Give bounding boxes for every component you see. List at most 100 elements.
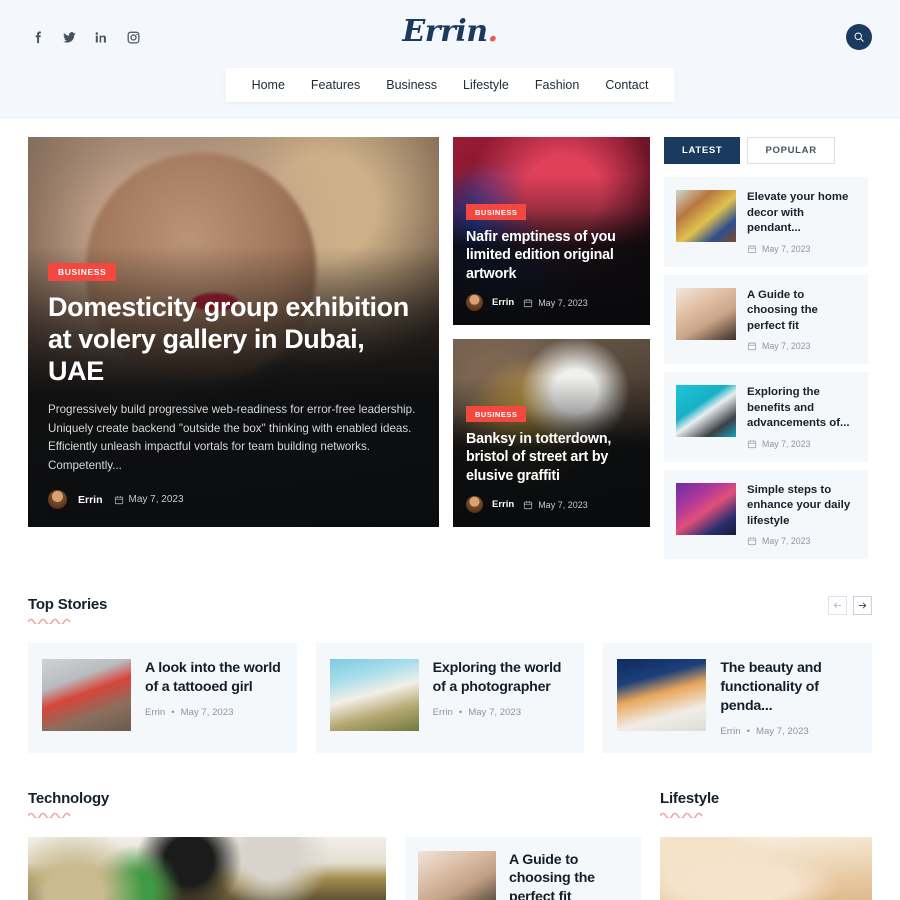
nav-item-fashion[interactable]: Fashion <box>535 78 579 92</box>
facebook-icon[interactable] <box>28 28 46 46</box>
technology-article-card[interactable]: A Guide to choosing the perfect fit <box>405 836 641 900</box>
story-meta: Errin • May 7, 2023 <box>145 707 283 718</box>
author-name[interactable]: Errin <box>720 726 740 737</box>
thumbnail-image <box>418 850 496 900</box>
list-item-title[interactable]: Simple steps to enhance your daily lifes… <box>747 483 856 530</box>
thumbnail-image <box>676 287 736 340</box>
category-badge[interactable]: BUSINESS <box>466 406 527 423</box>
lifestyle-featured-card[interactable] <box>660 836 872 900</box>
story-card[interactable]: A look into the world of a tattooed girl… <box>28 643 297 753</box>
avatar <box>466 496 483 513</box>
carousel-prev-button[interactable] <box>828 596 847 615</box>
site-logo-dot: . <box>487 14 498 49</box>
page-content: BUSINESS Domesticity group exhibition at… <box>0 137 900 900</box>
wavy-underline-icon <box>28 617 74 624</box>
secondary-article-card[interactable]: BUSINESS Nafir emptiness of you limited … <box>453 137 650 325</box>
category-badge[interactable]: BUSINESS <box>48 263 117 282</box>
secondary-article-body: BUSINESS Banksy in totterdown, bristol o… <box>453 404 650 527</box>
publish-date-text: May 7, 2023 <box>762 243 811 254</box>
sidebar: LATEST POPULAR Elevate your home decor w… <box>664 137 868 559</box>
thumbnail-image <box>676 482 736 535</box>
calendar-icon <box>747 341 757 351</box>
nav-item-home[interactable]: Home <box>252 78 285 92</box>
publish-date: May 7, 2023 <box>747 244 856 254</box>
list-item-title[interactable]: Exploring the benefits and advancements … <box>747 385 856 432</box>
publish-date-text: May 7, 2023 <box>762 536 811 546</box>
site-logo[interactable]: Errin. <box>402 14 498 49</box>
publish-date: May 7, 2023 <box>747 439 856 449</box>
secondary-article-title[interactable]: Banksy in totterdown, bristol of street … <box>466 430 637 485</box>
publish-date-text: May 7, 2023 <box>755 725 809 737</box>
list-item-text: Simple steps to enhance your daily lifes… <box>747 483 856 547</box>
list-item[interactable]: Exploring the benefits and advancements … <box>664 372 868 462</box>
story-card-text: Exploring the world of a photographer Er… <box>433 659 571 718</box>
thumbnail-image <box>42 659 131 731</box>
technology-article-title[interactable]: A Guide to choosing the perfect fit <box>509 851 628 900</box>
story-title[interactable]: A look into the world of a tattooed girl <box>145 659 283 697</box>
hero-section: BUSINESS Domesticity group exhibition at… <box>28 137 872 559</box>
author-name[interactable]: Errin <box>492 499 514 510</box>
story-card[interactable]: The beauty and functionality of penda...… <box>603 643 872 753</box>
top-stories-grid: A look into the world of a tattooed girl… <box>28 643 872 753</box>
tab-latest[interactable]: LATEST <box>664 137 741 164</box>
nav-item-business[interactable]: Business <box>386 78 437 92</box>
section-title-text: Top Stories <box>28 596 108 613</box>
calendar-icon <box>523 298 533 308</box>
technology-featured-card[interactable] <box>28 836 386 900</box>
section-title-technology: Technology <box>28 790 109 818</box>
meta-separator: • <box>171 706 175 718</box>
carousel-next-button[interactable] <box>853 596 872 615</box>
technology-featured-image <box>28 836 386 900</box>
secondary-article-title[interactable]: Nafir emptiness of you limited edition o… <box>466 228 637 283</box>
carousel-controls <box>828 596 872 615</box>
main-navigation: Home Features Business Lifestyle Fashion… <box>225 68 675 102</box>
author-name[interactable]: Errin <box>433 707 453 718</box>
story-title[interactable]: Exploring the world of a photographer <box>433 659 571 697</box>
nav-item-features[interactable]: Features <box>311 78 360 92</box>
category-badge[interactable]: BUSINESS <box>466 204 527 221</box>
secondary-article-card[interactable]: BUSINESS Banksy in totterdown, bristol o… <box>453 339 650 527</box>
publish-date-text: May 7, 2023 <box>538 297 588 308</box>
featured-article-card[interactable]: BUSINESS Domesticity group exhibition at… <box>28 137 439 527</box>
section-title-text: Lifestyle <box>660 789 720 807</box>
calendar-icon <box>747 244 757 254</box>
wavy-underline-icon <box>28 811 74 818</box>
twitter-icon[interactable] <box>60 28 78 46</box>
publish-date-text: May 7, 2023 <box>538 499 588 510</box>
author-name[interactable]: Errin <box>78 494 103 506</box>
author-name[interactable]: Errin <box>145 707 165 718</box>
list-item[interactable]: Elevate your home decor with pendant... … <box>664 177 868 267</box>
publish-date-text: May 7, 2023 <box>762 341 811 351</box>
calendar-icon <box>114 495 124 505</box>
nav-item-lifestyle[interactable]: Lifestyle <box>463 78 509 92</box>
secondary-article-meta: Errin May 7, 2023 <box>466 496 637 513</box>
secondary-article-meta: Errin May 7, 2023 <box>466 294 637 311</box>
story-card[interactable]: Exploring the world of a photographer Er… <box>315 643 585 753</box>
nav-item-contact[interactable]: Contact <box>605 78 648 92</box>
search-button[interactable] <box>846 24 872 50</box>
social-links <box>28 28 142 46</box>
site-logo-text: Errin <box>402 14 488 49</box>
story-card-text: The beauty and functionality of penda...… <box>720 659 858 737</box>
linkedin-icon[interactable] <box>92 28 110 46</box>
instagram-icon[interactable] <box>124 28 142 46</box>
list-item-text: A Guide to choosing the perfect fit May … <box>747 288 856 352</box>
publish-date: May 7, 2023 <box>523 500 588 510</box>
story-meta: Errin • May 7, 2023 <box>433 707 571 718</box>
publish-date: May 7, 2023 <box>114 494 184 505</box>
calendar-icon <box>747 439 757 449</box>
tab-popular[interactable]: POPULAR <box>747 137 835 164</box>
list-item[interactable]: Simple steps to enhance your daily lifes… <box>664 469 868 559</box>
featured-article-body: BUSINESS Domesticity group exhibition at… <box>28 262 439 527</box>
list-item-title[interactable]: A Guide to choosing the perfect fit <box>747 288 856 335</box>
list-item-title[interactable]: Elevate your home decor with pendant... <box>747 190 856 237</box>
list-item[interactable]: A Guide to choosing the perfect fit May … <box>664 274 868 364</box>
meta-separator: • <box>746 725 750 737</box>
arrow-left-icon <box>833 602 842 609</box>
secondary-article-body: BUSINESS Nafir emptiness of you limited … <box>453 202 650 325</box>
author-name[interactable]: Errin <box>492 297 514 308</box>
featured-article-title[interactable]: Domesticity group exhibition at volery g… <box>48 292 419 388</box>
secondary-articles-column: BUSINESS Nafir emptiness of you limited … <box>453 137 650 559</box>
story-title[interactable]: The beauty and functionality of penda... <box>720 659 858 716</box>
thumbnail-image <box>617 659 707 731</box>
